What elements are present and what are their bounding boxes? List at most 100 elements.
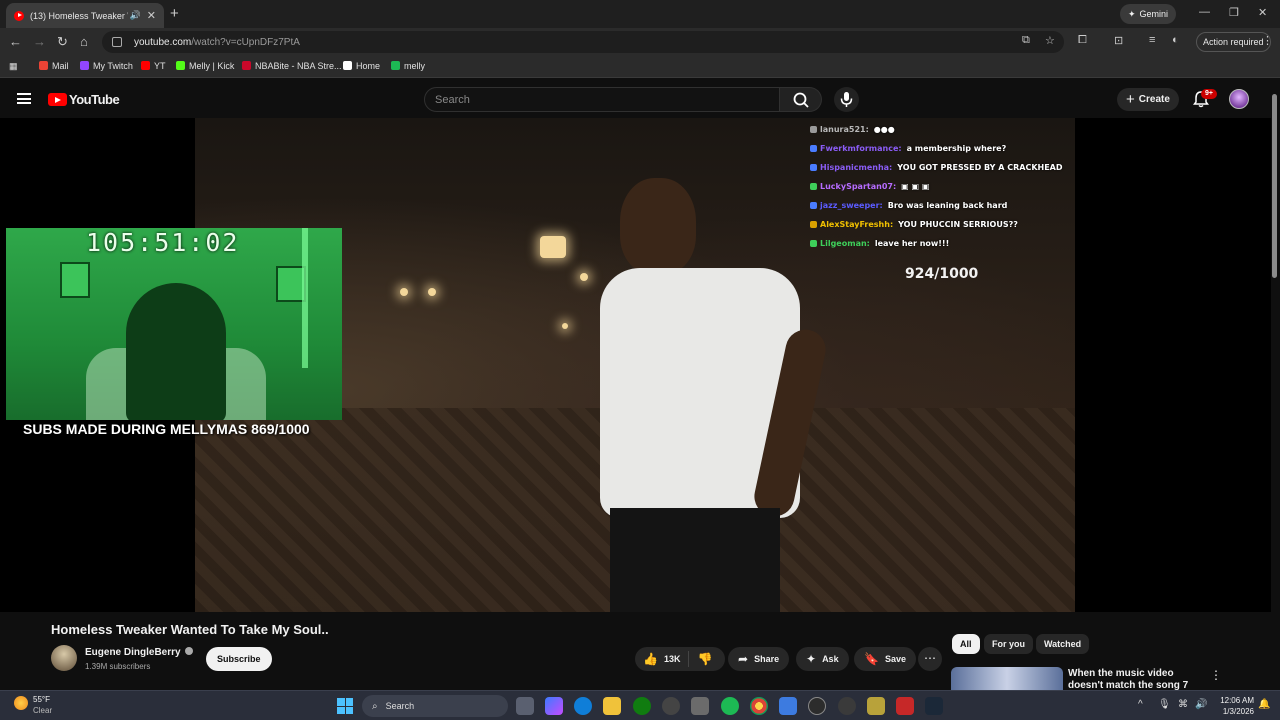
extensions-icon[interactable]: ⧠	[1078, 34, 1087, 47]
copilot-icon[interactable]	[545, 697, 563, 715]
tab-title: (13) Homeless Tweaker Wa	[30, 10, 128, 21]
microphone-tray-icon[interactable]: 🎙	[1158, 699, 1171, 710]
url-input[interactable]: youtube.com /watch?v=cUpnDFz7PtA	[102, 31, 1064, 53]
recommendation-thumbnail[interactable]	[951, 667, 1063, 691]
site-info-icon[interactable]	[112, 37, 122, 47]
voice-search-button[interactable]	[834, 87, 859, 112]
recommendation-menu-icon[interactable]: ⋮	[1210, 668, 1222, 682]
store-icon[interactable]	[691, 697, 709, 715]
weather-sun-icon	[14, 696, 28, 710]
x-icon	[343, 61, 352, 70]
app-icon[interactable]	[867, 697, 885, 715]
bookmark-mail[interactable]: Mail	[39, 61, 69, 71]
chat-text: ●●●	[873, 125, 895, 134]
action-required-label: Action required	[1203, 37, 1264, 47]
new-tab-button[interactable]: +	[170, 5, 179, 22]
app-icon[interactable]	[838, 697, 856, 715]
youtube-logo[interactable]: YouTube	[48, 92, 120, 107]
gemini-button[interactable]: ✦ Gemini	[1120, 4, 1177, 24]
taskbar-search[interactable]: ⌕ Search	[362, 695, 508, 717]
bookmark-home[interactable]: Home	[343, 61, 380, 71]
edge-icon[interactable]	[574, 697, 592, 715]
chip-all[interactable]: All	[952, 634, 980, 654]
install-app-icon[interactable]: ⧉	[1022, 34, 1030, 47]
ask-button[interactable]: ✦ Ask	[796, 647, 849, 671]
media-player-icon[interactable]	[808, 697, 826, 715]
channel-name-text: Eugene DingleBerry	[85, 647, 181, 658]
photos-icon[interactable]	[779, 697, 797, 715]
app-icon[interactable]	[896, 697, 914, 715]
apps-grid-icon[interactable]: ▦	[9, 61, 18, 72]
chrome-icon[interactable]	[750, 697, 768, 715]
subscriber-count: 1.39M subscribers	[85, 662, 151, 671]
bookmark-nbabite[interactable]: NBABite - NBA Stre...	[242, 61, 342, 71]
video-player[interactable]: lanura521: ●●● Fwerkmformance: a membership…	[0, 118, 1271, 612]
speaker-icon[interactable]: 🔊	[130, 10, 141, 21]
url-host: youtube.com	[134, 36, 192, 48]
home-icon[interactable]: ⌂	[80, 34, 88, 49]
bookmark-yt[interactable]: YT	[141, 61, 166, 71]
search-button[interactable]	[780, 87, 822, 112]
chat-badge-icon	[810, 240, 817, 247]
save-button[interactable]: 🔖 Save	[854, 647, 916, 671]
address-bar-row: ← → ↻ ⌂ youtube.com /watch?v=cUpnDFz7PtA…	[0, 28, 1280, 56]
scrollbar-thumb[interactable]	[1272, 94, 1277, 278]
back-icon[interactable]: ←	[9, 34, 22, 49]
browser-tab[interactable]: (13) Homeless Tweaker Wa 🔊 ✕	[6, 3, 164, 28]
recommendation-title[interactable]: When the music video doesn't match the s…	[1068, 668, 1208, 690]
bookmark-star-icon[interactable]: ☆	[1045, 34, 1055, 47]
create-button[interactable]: + Create	[1117, 88, 1179, 111]
xbox-icon[interactable]	[633, 697, 651, 715]
steam-icon[interactable]	[925, 697, 943, 715]
obs-icon[interactable]	[662, 697, 680, 715]
volume-icon[interactable]: 🔊	[1195, 699, 1207, 710]
weather-widget[interactable]: 55°F Clear	[14, 694, 52, 716]
restore-icon[interactable]: ❐	[1229, 6, 1239, 19]
chip-for-you[interactable]: For you	[984, 634, 1033, 654]
action-required-button[interactable]: Action required	[1196, 32, 1271, 52]
share-button[interactable]: ➦ Share	[728, 647, 790, 671]
forward-icon[interactable]: →	[33, 34, 46, 49]
close-window-icon[interactable]: ✕	[1258, 6, 1267, 19]
subscribe-button[interactable]: Subscribe	[206, 647, 272, 671]
chat-message: AlexStayFreshh: YOU PHUCCIN SERRIOUS??	[810, 215, 1063, 234]
chat-text: YOU PHUCCIN SERRIOUS??	[898, 220, 1018, 229]
channel-name[interactable]: Eugene DingleBerry	[85, 647, 193, 658]
media-controls-icon[interactable]: ≡	[1149, 34, 1155, 46]
bookmark-melly[interactable]: melly	[391, 61, 425, 71]
account-avatar[interactable]	[1229, 89, 1249, 109]
bookmark-melly-kick[interactable]: Melly | Kick	[176, 61, 234, 71]
chat-badge-icon	[810, 221, 817, 228]
windows-start-icon[interactable]	[337, 698, 353, 714]
tab-search-icon[interactable]: ⊡	[1114, 34, 1123, 47]
reload-icon[interactable]: ↻	[57, 34, 68, 50]
like-button[interactable]: 👍 13K	[635, 651, 690, 667]
file-explorer-icon[interactable]	[603, 697, 621, 715]
close-tab-icon[interactable]: ✕	[147, 9, 156, 22]
bookmarks-bar: ▦ Mail My Twitch YT Melly | Kick NBABite…	[0, 56, 1280, 78]
dislike-button[interactable]: 👎	[689, 652, 720, 666]
person-head	[620, 178, 696, 274]
chat-username: lanura521:	[820, 125, 869, 134]
minimize-icon[interactable]: —	[1199, 6, 1210, 18]
search-input[interactable]: Search	[424, 87, 780, 112]
like-dislike-group: 👍 13K 👎	[635, 647, 725, 671]
page-scrollbar[interactable]	[1271, 84, 1278, 684]
spotify-icon[interactable]	[721, 697, 739, 715]
notification-center-icon[interactable]: 🔔	[1258, 699, 1270, 710]
wall-poster	[60, 262, 90, 298]
profile-icon[interactable]: ◐	[1172, 34, 1179, 46]
network-icon[interactable]: ⌘	[1178, 699, 1188, 710]
bookmark-my-twitch[interactable]: My Twitch	[80, 61, 133, 71]
menu-icon[interactable]	[17, 93, 31, 104]
share-label: Share	[754, 654, 780, 664]
chip-watched[interactable]: Watched	[1036, 634, 1090, 654]
verified-icon	[184, 647, 193, 655]
more-actions-icon[interactable]: ⋯	[918, 647, 942, 671]
channel-avatar[interactable]	[51, 645, 77, 671]
tray-overflow-icon[interactable]: ^	[1138, 699, 1143, 710]
task-view-icon[interactable]	[516, 697, 534, 715]
taskbar-clock[interactable]: 12:06 AM 1/3/2026	[1214, 695, 1254, 717]
browser-menu-icon[interactable]: ⋮	[1262, 34, 1273, 47]
microphone-icon	[840, 92, 853, 107]
